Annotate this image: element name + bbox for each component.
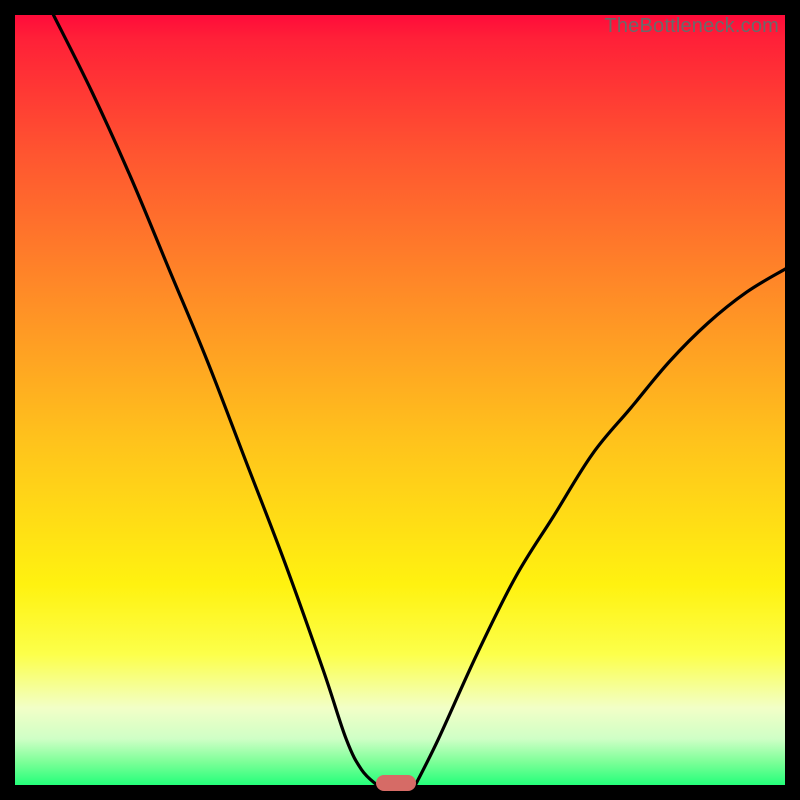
curve-path bbox=[54, 15, 786, 785]
plot-area: TheBottleneck.com bbox=[15, 15, 785, 785]
bottleneck-curve bbox=[15, 15, 785, 785]
chart-frame: TheBottleneck.com bbox=[0, 0, 800, 800]
optimum-marker bbox=[376, 775, 416, 791]
